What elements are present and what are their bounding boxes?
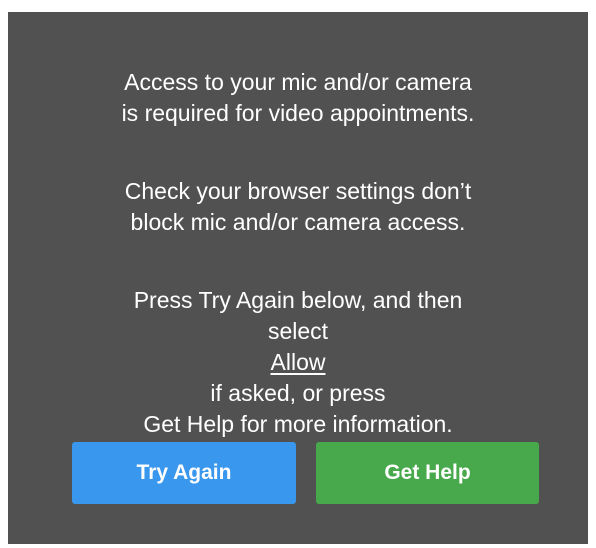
get-help-button[interactable]: Get Help	[316, 442, 539, 504]
message-text: if asked, or press	[210, 380, 386, 406]
message-line: block mic and/or camera access.	[130, 209, 466, 235]
message-line: is required for video appointments.	[121, 100, 475, 126]
browser-settings-message: Check your browser settings don’t block …	[8, 176, 588, 238]
try-again-button[interactable]: Try Again	[72, 442, 296, 504]
message-line: select Allow if asked, or press	[8, 316, 588, 409]
message-line: Press Try Again below, and then	[133, 287, 463, 313]
message-line: Get Help for more information.	[143, 411, 453, 437]
message-line: Access to your mic and/or camera	[124, 69, 472, 95]
message-line: Check your browser settings don’t	[124, 178, 472, 204]
message-text: select	[267, 318, 329, 344]
instructions-message: Press Try Again below, and then select A…	[8, 285, 588, 440]
permission-dialog: Access to your mic and/or camera is requ…	[8, 12, 588, 544]
allow-text: Allow	[270, 349, 326, 375]
permission-required-message: Access to your mic and/or camera is requ…	[8, 67, 588, 129]
